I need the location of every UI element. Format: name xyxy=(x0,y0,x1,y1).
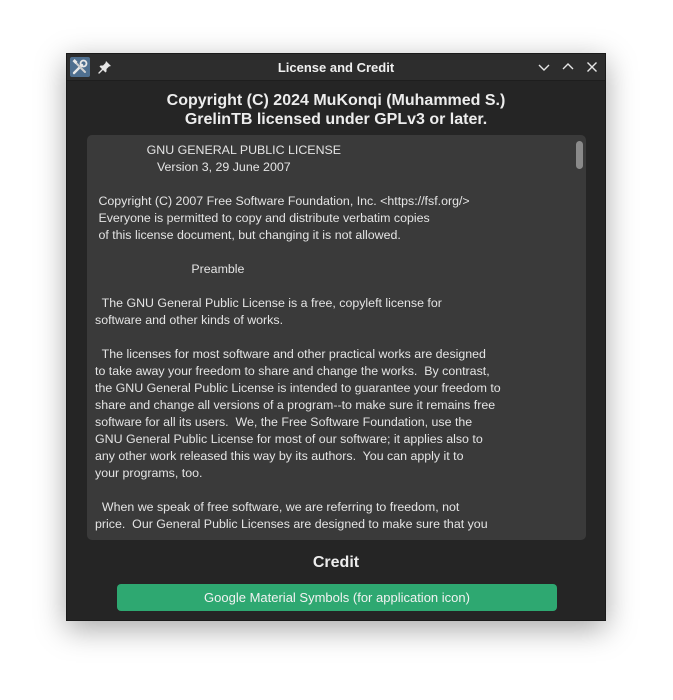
license-window: License and Credit Copyright (C) 2024 Mu… xyxy=(66,53,606,621)
chevron-up-icon[interactable] xyxy=(560,59,576,75)
license-textbox[interactable]: GNU GENERAL PUBLIC LICENSE Version 3, 29… xyxy=(87,135,586,540)
scrollbar-thumb[interactable] xyxy=(576,141,583,169)
credit-heading: Credit xyxy=(312,554,360,571)
google-material-symbols-button[interactable]: Google Material Symbols (for application… xyxy=(117,584,557,611)
chevron-down-icon[interactable] xyxy=(536,59,552,75)
copyright-header: Copyright (C) 2024 MuKonqi (Muhammed S.)… xyxy=(67,91,605,129)
window-title: License and Credit xyxy=(277,60,395,75)
close-icon[interactable] xyxy=(584,59,600,75)
copyright-line-1: Copyright (C) 2024 MuKonqi (Muhammed S.) xyxy=(166,92,506,109)
titlebar[interactable]: License and Credit xyxy=(67,54,605,81)
license-text: GNU GENERAL PUBLIC LICENSE Version 3, 29… xyxy=(95,143,501,531)
copyright-line-2: GrelinTB licensed under GPLv3 or later. xyxy=(184,111,488,128)
